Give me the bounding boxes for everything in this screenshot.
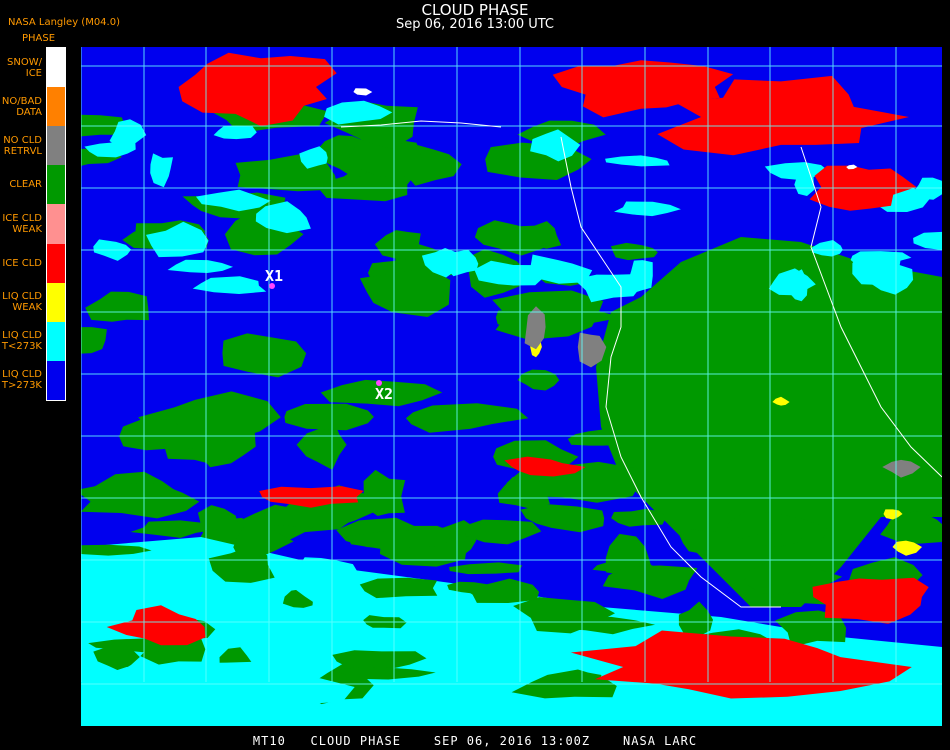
clear-patch	[81, 482, 200, 519]
map-title: CLOUD PHASE	[421, 1, 529, 19]
legend-swatch	[47, 87, 65, 127]
cold-liquid-patch	[614, 201, 681, 217]
cold-liquid-patch	[913, 231, 942, 251]
legend-label: LIQ CLD WEAK	[2, 291, 42, 314]
clear-patch	[610, 242, 658, 261]
clear-patch	[222, 333, 307, 378]
agency-label: NASA Langley (M04.0)	[8, 17, 120, 28]
legend-swatch	[47, 204, 65, 244]
legend-swatch	[47, 282, 65, 322]
legend-swatch	[47, 126, 65, 166]
clear-patch	[374, 230, 421, 259]
legend-swatch	[47, 48, 65, 88]
legend-swatch	[47, 165, 65, 205]
legend-swatch	[47, 321, 65, 361]
ice-cloud-patch	[812, 577, 929, 624]
map-subtitle: Sep 06, 2016 13:00 UTC	[395, 17, 555, 32]
clear-patch	[449, 562, 523, 575]
cold-liquid-patch	[192, 276, 267, 294]
cold-liquid-patch	[213, 125, 257, 140]
legend-bar	[46, 47, 66, 401]
cold-liquid-patch	[167, 259, 233, 273]
map-canvas	[81, 47, 942, 726]
clear-patch	[359, 577, 438, 599]
clear-patch	[492, 290, 604, 340]
cold-liquid-patch	[150, 153, 173, 188]
legend-label: ICE CLD	[2, 257, 42, 269]
clear-patch	[405, 403, 529, 433]
clear-patch	[85, 291, 149, 322]
legend-swatch	[47, 243, 65, 283]
legend-label: NO/BAD DATA	[1, 95, 42, 118]
legend-label: ICE CLD WEAK	[2, 213, 42, 235]
legend-swatch	[47, 360, 65, 400]
clear-patch	[81, 327, 107, 354]
legend-label: SNOW/ ICE	[7, 56, 42, 79]
satellite-map	[81, 47, 942, 726]
legend-label: NO CLD RETRVL	[3, 134, 42, 157]
clear-patch	[284, 403, 374, 431]
legend-label: CLEAR	[9, 179, 42, 191]
footer-caption: MT10 CLOUD PHASE SEP 06, 2016 13:00Z NAS…	[252, 734, 698, 748]
cold-liquid-patch	[605, 155, 670, 167]
marker-x2-label: X2	[375, 385, 394, 403]
clear-patch	[517, 369, 560, 391]
snow-ice-patch	[353, 88, 373, 96]
marker-x1-label: X1	[265, 267, 284, 285]
legend-title: PHASE	[22, 33, 56, 44]
legend-label: LIQ CLD T>273K	[1, 369, 42, 392]
legend-label: LIQ CLD T<273K	[1, 330, 42, 353]
